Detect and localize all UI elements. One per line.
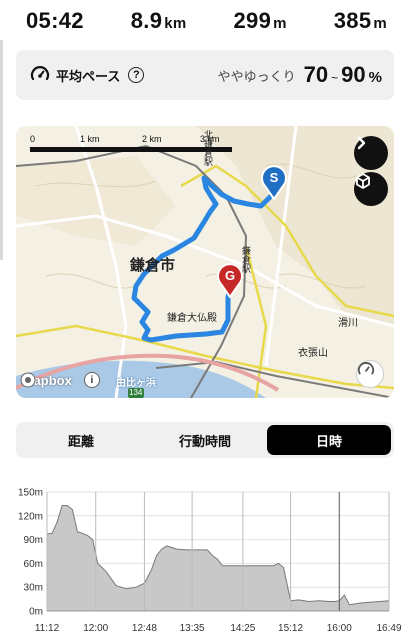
y-tick-label: 150m xyxy=(18,488,43,499)
3d-cube-icon[interactable] xyxy=(354,172,388,206)
y-tick-label: 0m xyxy=(29,607,43,618)
label-daibutsu: 鎌倉大仏殿 xyxy=(167,313,217,324)
x-tick-label: 13:35 xyxy=(180,623,205,634)
distance: 8.9 km xyxy=(130,8,187,33)
speedometer-icon[interactable] xyxy=(356,360,384,388)
x-tick-label: 14:25 xyxy=(230,623,255,634)
label-city: 鎌倉市 xyxy=(130,257,176,274)
x-tick-label: 16:49 xyxy=(376,623,401,634)
label-namerikawa: 滑川 xyxy=(338,318,358,329)
route-map[interactable]: 0 1 km 2 km 3 km 鎌倉市 鎌倉大仏殿 衣張山 由比ヶ浜 滑川 鎌… xyxy=(16,126,394,398)
tab-datetime[interactable]: 日時 xyxy=(267,425,391,455)
x-tick-label: 12:00 xyxy=(83,623,108,634)
descent: 385 m xyxy=(333,8,387,33)
svg-text:G: G xyxy=(225,268,235,283)
mapbox-logo-icon xyxy=(20,372,36,388)
mapbox-attribution[interactable]: mapbox i xyxy=(20,372,100,388)
tab-moving-time[interactable]: 行動時間 xyxy=(143,425,267,455)
info-icon[interactable]: i xyxy=(83,372,100,388)
chart-axis-tabs: 距離 行動時間 日時 xyxy=(16,422,394,458)
x-tick-label: 15:12 xyxy=(278,623,303,634)
y-tick-label: 90m xyxy=(24,535,43,546)
start-marker[interactable]: S xyxy=(260,164,288,200)
y-tick-label: 120m xyxy=(18,511,43,522)
goal-marker[interactable]: G xyxy=(216,262,244,298)
stats-bar: 05:42 8.9 km 299 m 385 m xyxy=(0,0,409,42)
pace-range: 70 ~90% xyxy=(303,62,382,87)
label-kinubari: 衣張山 xyxy=(298,348,328,359)
label-kita-kamakura-station: 北鎌倉駅 xyxy=(203,130,213,166)
x-tick-label: 11:12 xyxy=(35,623,60,634)
pace-card[interactable]: 平均ペース ? ややゆっくり 70 ~90% xyxy=(16,50,394,100)
speedometer-icon xyxy=(30,66,50,81)
elapsed-time: 05:42 xyxy=(26,8,84,33)
svg-text:S: S xyxy=(270,170,279,185)
elevation-area xyxy=(47,505,389,611)
x-tick-label: 16:00 xyxy=(327,623,352,634)
help-icon[interactable]: ? xyxy=(128,67,145,83)
y-tick-label: 60m xyxy=(24,559,43,570)
tab-distance[interactable]: 距離 xyxy=(19,425,143,455)
y-tick-label: 30m xyxy=(24,583,43,594)
map-canvas xyxy=(16,126,394,398)
drawer-edge[interactable] xyxy=(0,40,3,260)
elevation-chart: 0m 30m 60m 90m 120m 150m 11:12 12:00 12:48 13:35 1… xyxy=(18,488,402,635)
pace-description: ややゆっくり xyxy=(217,68,296,84)
chevron-right-icon[interactable] xyxy=(354,136,388,170)
ascent: 299 m xyxy=(233,8,287,33)
label-yuigahama: 由比ヶ浜 xyxy=(116,378,156,389)
pace-label: 平均ペース xyxy=(56,68,121,84)
label-route-134: 134 xyxy=(129,388,143,397)
screen: 05:42 8.9 km 299 m 385 m 平均ペース ? ややゆっくり 70 ~… xyxy=(0,0,409,640)
x-tick-label: 12:48 xyxy=(132,623,157,634)
